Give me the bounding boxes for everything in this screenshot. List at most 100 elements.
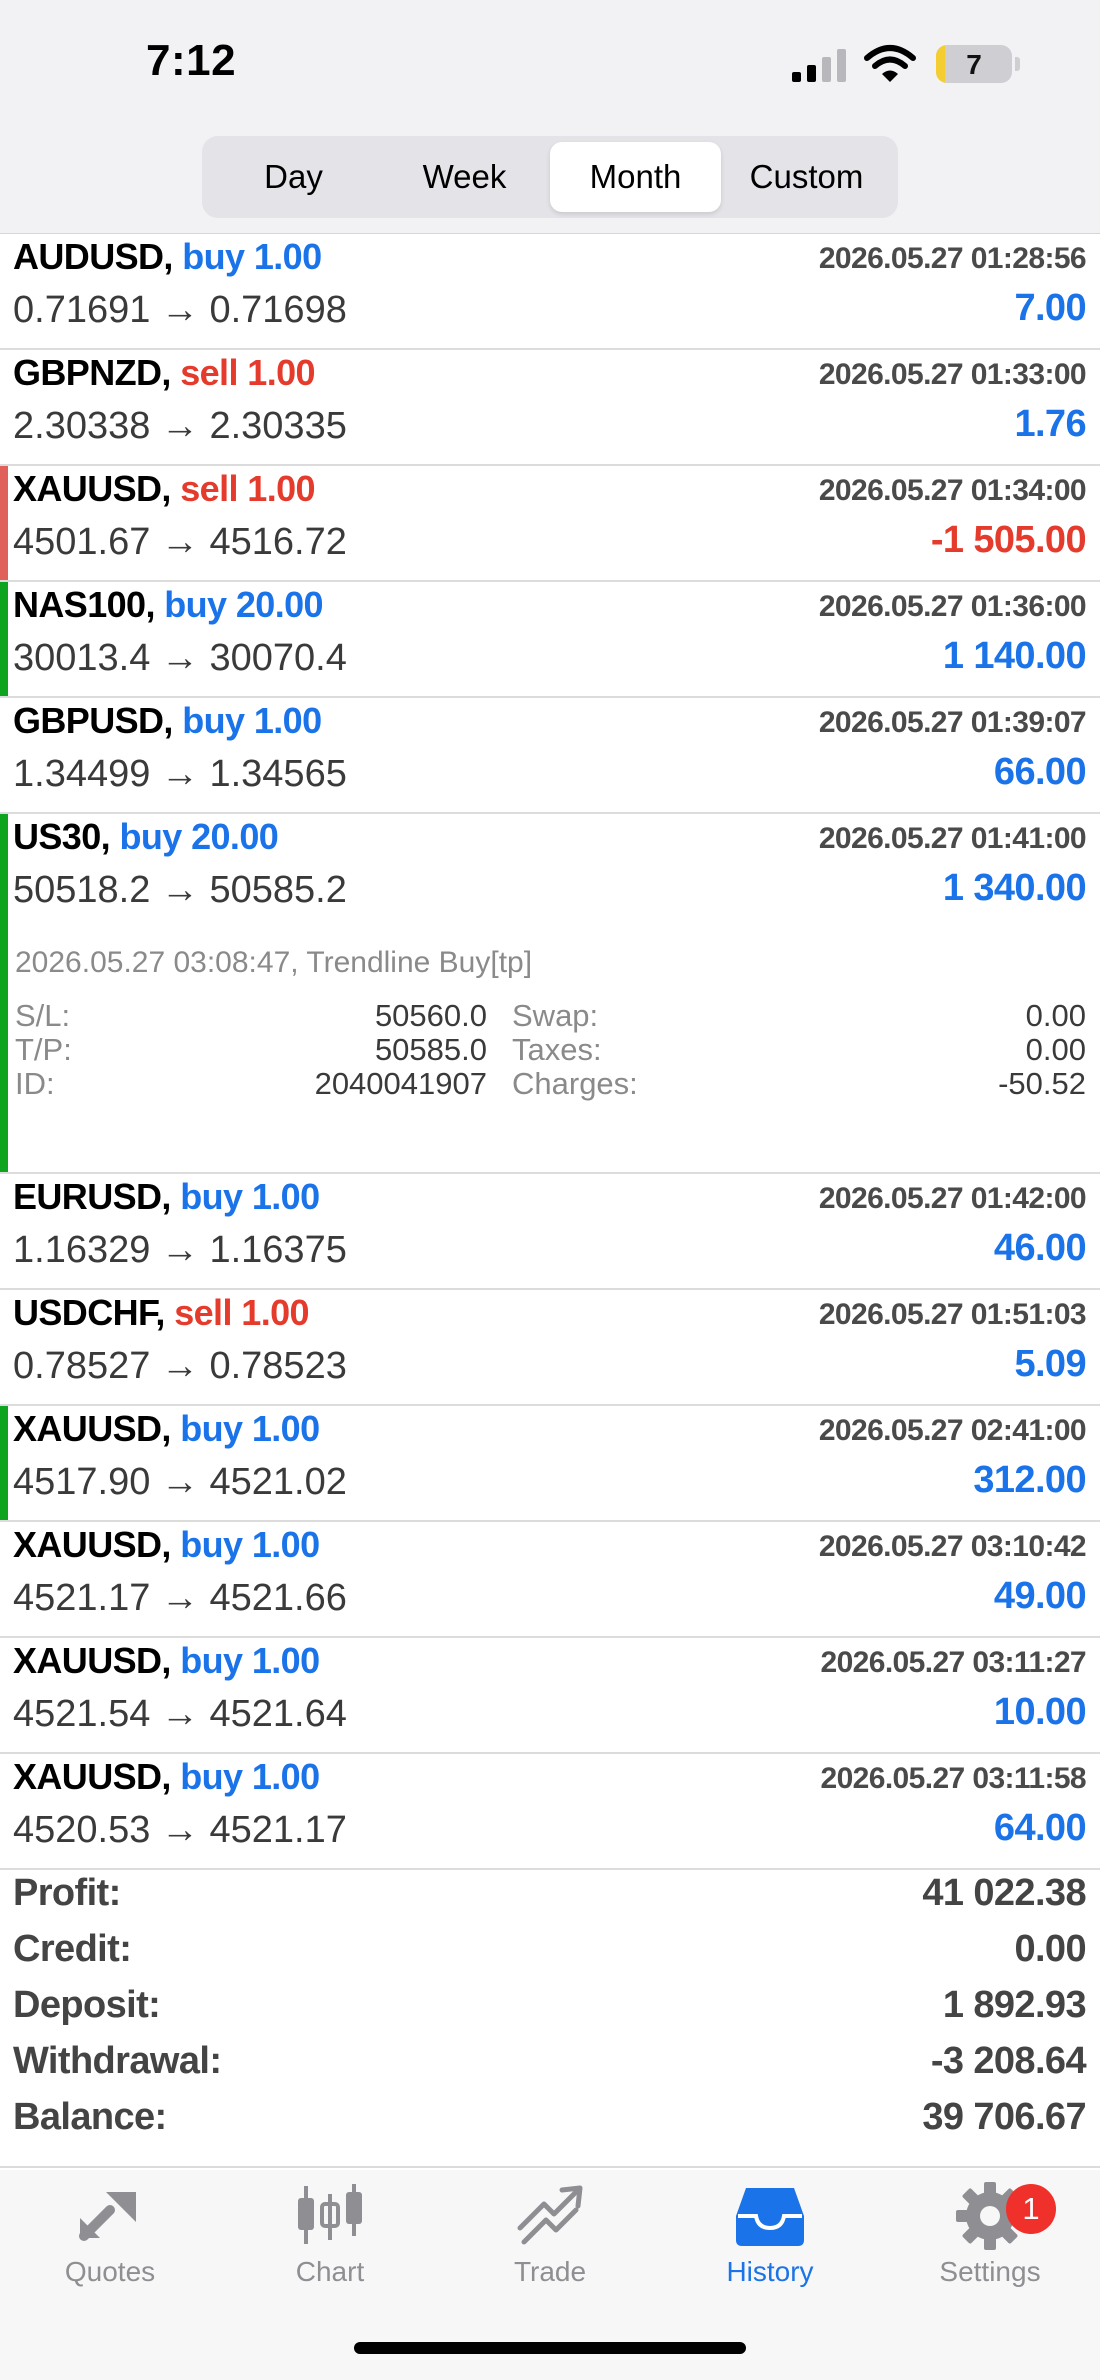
deal-prices: 1.16329 → 1.16375 (13, 1229, 347, 1271)
deal-symbol: XAUUSD, (13, 468, 171, 509)
home-indicator (354, 2342, 746, 2354)
deal-row[interactable]: XAUUSD, sell 1.00 2026.05.27 01:34:00 4501… (0, 466, 1100, 582)
deal-row[interactable]: XAUUSD, buy 1.00 2026.05.27 03:11:27 4521.… (0, 1638, 1100, 1754)
deal-datetime: 2026.05.27 03:11:58 (820, 1762, 1086, 1795)
swap-value: 0.00 (1025, 998, 1086, 1033)
deal-symbol: US30, (13, 816, 111, 857)
deal-title: NAS100, buy 20.00 (13, 584, 324, 626)
id-value: 2040041907 (314, 1066, 487, 1101)
deal-status-bar (0, 814, 8, 1172)
summary-label: Withdrawal: (13, 2040, 222, 2082)
deal-datetime: 2026.05.27 02:41:00 (818, 1414, 1087, 1447)
tp-label: T/P: (15, 1032, 72, 1067)
chart-icon (298, 2184, 362, 2244)
swap-label: Swap: (512, 998, 599, 1033)
deal-datetime: 2026.05.27 01:36:00 (818, 590, 1087, 623)
tab-history[interactable]: History (660, 2180, 880, 2310)
deal-prices: 4517.90 → 4521.02 (13, 1461, 347, 1503)
tab-quotes-label: Quotes (64, 2256, 156, 2287)
deal-side-volume: buy 1.00 (182, 236, 322, 277)
summary-value: -3 208.64 (930, 2040, 1087, 2082)
period-filter-bar: Day Week Month Custom (0, 130, 1100, 234)
taxes-value: 0.00 (1025, 1032, 1086, 1067)
deal-row[interactable]: EURUSD, buy 1.00 2026.05.27 01:42:00 1.163… (0, 1174, 1100, 1290)
deal-symbol: EURUSD, (13, 1176, 171, 1217)
battery-icon: 7 (936, 45, 1012, 83)
deal-datetime: 2026.05.27 01:39:07 (818, 706, 1087, 739)
tab-chart[interactable]: Chart (220, 2180, 440, 2310)
deal-title: XAUUSD, buy 1.00 (13, 1524, 320, 1566)
deal-datetime: 2026.05.27 03:10:42 (818, 1530, 1087, 1563)
history-icon (736, 2188, 804, 2246)
deal-row[interactable]: XAUUSD, buy 1.00 2026.05.27 03:10:42 4521.… (0, 1522, 1100, 1638)
tp-value: 50585.0 (374, 1032, 487, 1067)
tab-day[interactable]: Day (208, 142, 379, 212)
deal-side-volume: buy 20.00 (119, 816, 279, 857)
summary-row: Balance: 39 706.67 (13, 2096, 1087, 2152)
deal-symbol: XAUUSD, (13, 1640, 171, 1681)
tab-quotes[interactable]: Quotes (0, 2180, 220, 2310)
tab-history-label: History (726, 2256, 814, 2287)
deal-profit: 66.00 (993, 751, 1087, 793)
status-time: 7:12 (146, 36, 237, 85)
sl-value: 50560.0 (374, 998, 487, 1033)
summary-label: Profit: (13, 1872, 121, 1914)
summary-label: Credit: (13, 1928, 132, 1970)
deal-prices: 0.71691 → 0.71698 (13, 289, 347, 331)
deal-row[interactable]: XAUUSD, buy 1.00 2026.05.27 03:11:58 4520.… (0, 1754, 1100, 1870)
tab-trade[interactable]: Trade (440, 2180, 660, 2310)
summary-row: Credit: 0.00 (13, 1928, 1087, 1984)
battery-tip (1015, 57, 1020, 71)
deal-side-volume: buy 1.00 (180, 1756, 320, 1797)
deal-profit: 5.09 (1014, 1343, 1086, 1385)
id-label: ID: (15, 1066, 55, 1101)
taxes-label: Taxes: (512, 1032, 602, 1067)
deal-side-volume: sell 1.00 (180, 352, 315, 393)
tab-month[interactable]: Month (550, 142, 721, 212)
deal-title: XAUUSD, buy 1.00 (13, 1408, 320, 1450)
deal-symbol: XAUUSD, (13, 1756, 171, 1797)
deal-datetime: 2026.05.27 01:33:00 (818, 358, 1087, 391)
battery-level: 7 (966, 49, 982, 80)
deal-status-bar (0, 466, 8, 580)
deal-row[interactable]: XAUUSD, buy 1.00 2026.05.27 02:41:00 4517.… (0, 1406, 1100, 1522)
cellular-signal-icon (792, 49, 846, 82)
tab-trade-label: Trade (513, 2256, 587, 2287)
history-deal-list: AUDUSD, buy 1.00 2026.05.27 01:28:56 0.716… (0, 234, 1100, 1870)
deal-title: XAUUSD, buy 1.00 (13, 1640, 320, 1682)
tab-week[interactable]: Week (379, 142, 550, 212)
deal-row[interactable]: NAS100, buy 20.00 2026.05.27 01:36:00 3001… (0, 582, 1100, 698)
deal-profit: 1.76 (1014, 403, 1086, 445)
sl-label: S/L: (15, 998, 71, 1033)
history-summary: Profit: 41 022.38 Credit: 0.00 Deposit: 1 892… (0, 1858, 1100, 2168)
deal-prices: 4520.53 → 4521.17 (13, 1809, 347, 1851)
tab-custom[interactable]: Custom (721, 142, 892, 212)
deal-side-volume: buy 1.00 (182, 700, 322, 741)
trade-icon (517, 2185, 583, 2245)
tab-chart-label: Chart (295, 2256, 365, 2287)
deal-row[interactable]: USDCHF, sell 1.00 2026.05.27 01:51:03 0.78… (0, 1290, 1100, 1406)
deal-title: XAUUSD, buy 1.00 (13, 1756, 320, 1798)
summary-value: 1 892.93 (942, 1984, 1087, 2026)
deal-row[interactable]: GBPUSD, buy 1.00 2026.05.27 01:39:07 1.344… (0, 698, 1100, 814)
deal-symbol: GBPNZD, (13, 352, 171, 393)
deal-symbol: XAUUSD, (13, 1524, 171, 1565)
deal-symbol: XAUUSD, (13, 1408, 171, 1449)
deal-title: XAUUSD, sell 1.00 (13, 468, 316, 510)
charges-value: -50.52 (998, 1066, 1086, 1101)
deal-datetime: 2026.05.27 01:51:03 (818, 1298, 1087, 1331)
charges-label: Charges: (512, 1066, 638, 1101)
deal-profit: 10.00 (993, 1691, 1087, 1733)
tab-settings[interactable]: Settings 1 (880, 2180, 1100, 2310)
deal-status-bar (0, 582, 8, 696)
period-segmented-control: Day Week Month Custom (202, 136, 898, 218)
deal-datetime: 2026.05.27 01:28:56 (818, 242, 1087, 275)
deal-row[interactable]: AUDUSD, buy 1.00 2026.05.27 01:28:56 0.716… (0, 234, 1100, 350)
deal-side-volume: buy 20.00 (164, 584, 323, 625)
deal-prices: 4501.67 → 4516.72 (13, 521, 347, 563)
deal-symbol: GBPUSD, (13, 700, 173, 741)
deal-title: GBPNZD, sell 1.00 (13, 352, 316, 394)
deal-row[interactable]: GBPNZD, sell 1.00 2026.05.27 01:33:00 2.30… (0, 350, 1100, 466)
quotes-icon (79, 2192, 136, 2241)
deal-row[interactable]: US30, buy 20.00 2026.05.27 01:41:00 50518.… (0, 814, 1100, 1174)
